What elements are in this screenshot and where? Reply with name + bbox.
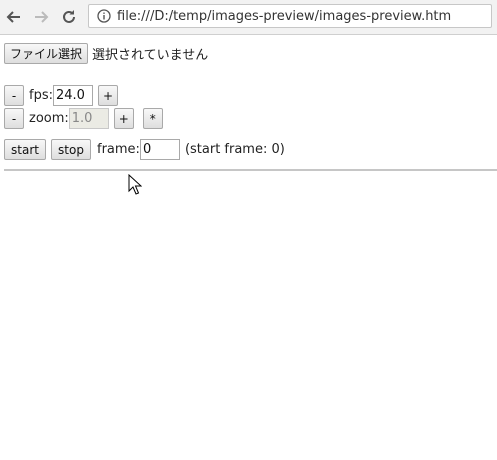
stop-button[interactable]: stop	[51, 139, 91, 160]
file-status-text: 選択されていません	[92, 48, 209, 63]
fps-increase-button[interactable]: +	[97, 85, 118, 106]
fps-input[interactable]: 24.0	[52, 85, 93, 106]
mouse-pointer-icon	[128, 173, 143, 200]
zoom-reset-button[interactable]: *	[142, 108, 163, 129]
info-icon[interactable]	[97, 9, 111, 23]
reload-icon	[63, 10, 75, 23]
forward-button[interactable]	[30, 6, 52, 28]
playback-row: start stop frame: 0 (start frame: 0)	[4, 139, 285, 160]
url-text: file:///D:/temp/images-preview/images-pr…	[117, 8, 452, 24]
address-bar[interactable]: file:///D:/temp/images-preview/images-pr…	[88, 4, 492, 28]
zoom-row: - zoom: 1.0 + *	[4, 108, 163, 129]
back-button[interactable]	[3, 6, 25, 28]
arrow-left-icon	[6, 11, 20, 23]
reload-button[interactable]	[58, 6, 80, 28]
frame-input[interactable]: 0	[139, 139, 180, 160]
zoom-input: 1.0	[68, 108, 109, 129]
frame-label: frame:	[97, 142, 140, 157]
zoom-label: zoom:	[29, 111, 69, 126]
zoom-decrease-button[interactable]: -	[4, 108, 24, 129]
zoom-increase-button[interactable]: +	[113, 108, 134, 129]
fps-label: fps:	[29, 88, 53, 103]
file-row: ファイル選択 選択されていません	[4, 43, 208, 64]
browser-toolbar: file:///D:/temp/images-preview/images-pr…	[0, 0, 497, 35]
divider	[4, 169, 497, 171]
choose-file-button[interactable]: ファイル選択	[4, 43, 89, 64]
start-button[interactable]: start	[4, 139, 46, 160]
start-frame-text: (start frame: 0)	[184, 142, 285, 157]
fps-decrease-button[interactable]: -	[4, 85, 24, 106]
fps-row: - fps: 24.0 +	[4, 85, 118, 106]
arrow-right-icon	[35, 11, 49, 23]
